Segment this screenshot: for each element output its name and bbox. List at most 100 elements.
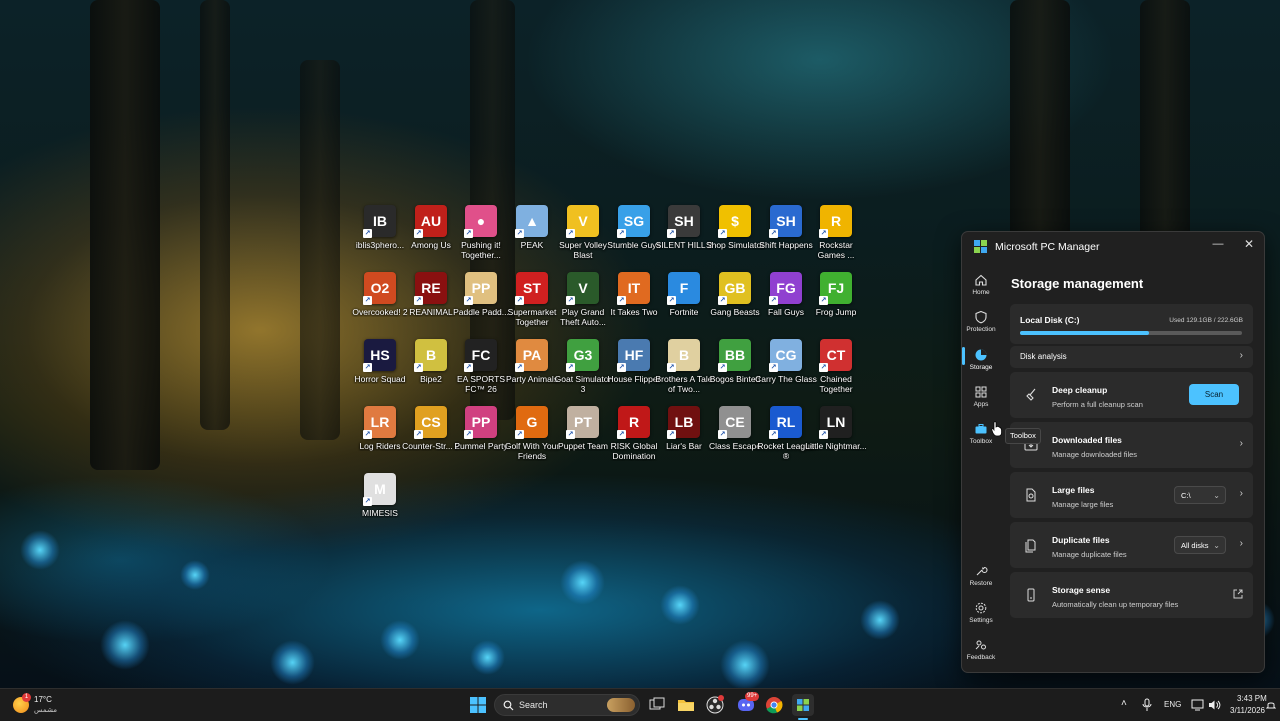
desktop-shortcut-label: Rockstar Games ... bbox=[817, 240, 855, 260]
search-highlight-image bbox=[607, 698, 635, 712]
obs-app-icon[interactable] bbox=[704, 694, 726, 716]
duplicate-files-dropdown-value: All disks bbox=[1181, 541, 1209, 550]
shortcut-arrow-icon: ↗ bbox=[617, 229, 626, 238]
duplicate-file-icon bbox=[1025, 539, 1036, 553]
app-icon: CT ↗ bbox=[819, 339, 852, 372]
nav-restore[interactable]: Restore bbox=[964, 564, 998, 587]
app-icon: PP ↗ bbox=[464, 406, 497, 439]
volume-icon[interactable] bbox=[1208, 699, 1221, 711]
scan-button[interactable]: Scan bbox=[1189, 384, 1239, 405]
app-icon: G3 ↗ bbox=[566, 339, 599, 372]
app-icon: IT ↗ bbox=[617, 272, 650, 305]
nav-storage[interactable]: Storage bbox=[964, 348, 998, 371]
shortcut-arrow-icon: ↗ bbox=[464, 363, 473, 372]
taskbar: 1 17°C مشمس Search 99+ ˄ ENG 3:43 PM 3/1… bbox=[0, 688, 1280, 721]
app-icon: PP ↗ bbox=[464, 272, 497, 305]
language-indicator[interactable]: ENG bbox=[1164, 700, 1181, 709]
file-explorer-icon[interactable] bbox=[675, 694, 697, 716]
chevron-down-icon: ⌄ bbox=[1213, 541, 1220, 550]
downloaded-files-card[interactable]: Downloaded files Manage downloaded files… bbox=[1010, 422, 1253, 468]
chevron-down-icon: ⌄ bbox=[1213, 491, 1220, 500]
app-icon: GB ↗ bbox=[718, 272, 751, 305]
minimize-button[interactable]: — bbox=[1211, 238, 1225, 252]
nav-protection[interactable]: Protection bbox=[964, 310, 998, 333]
shortcut-arrow-icon: ↗ bbox=[414, 430, 423, 439]
app-icon: HS ↗ bbox=[363, 339, 396, 372]
nav-settings[interactable]: Settings bbox=[964, 601, 998, 624]
large-files-subtitle: Manage large files bbox=[1052, 500, 1114, 509]
microphone-icon[interactable] bbox=[1141, 698, 1153, 712]
large-files-disk-dropdown[interactable]: C:\ ⌄ bbox=[1174, 486, 1226, 504]
weather-description: مشمس bbox=[34, 707, 57, 714]
nav-toolbox-label: Toolbox bbox=[969, 438, 993, 445]
pie-chart-icon bbox=[975, 349, 987, 361]
shortcut-arrow-icon: ↗ bbox=[667, 229, 676, 238]
desktop-shortcut-label: Frog Jump bbox=[815, 307, 857, 317]
chrome-icon[interactable] bbox=[763, 694, 785, 716]
desktop-shortcut[interactable]: M ↗ MIMESIS bbox=[349, 471, 411, 537]
pc-manager-taskbar-icon[interactable] bbox=[792, 694, 814, 716]
nav-apps[interactable]: Apps bbox=[964, 385, 998, 408]
shortcut-arrow-icon: ↗ bbox=[819, 296, 828, 305]
desktop-shortcut[interactable]: R ↗ Rockstar Games ... bbox=[805, 203, 867, 269]
desktop-shortcut[interactable]: CT ↗ Chained Together bbox=[805, 337, 867, 403]
shortcut-arrow-icon: ↗ bbox=[769, 229, 778, 238]
shortcut-arrow-icon: ↗ bbox=[718, 430, 727, 439]
shortcut-arrow-icon: ↗ bbox=[769, 430, 778, 439]
downloaded-files-subtitle: Manage downloaded files bbox=[1052, 450, 1138, 459]
page-title: Storage management bbox=[1011, 276, 1144, 291]
app-icon: SH ↗ bbox=[769, 205, 802, 238]
large-file-search-icon bbox=[1026, 488, 1036, 502]
nav-feedback[interactable]: Feedback bbox=[964, 638, 998, 661]
app-icon: R ↗ bbox=[617, 406, 650, 439]
toolbox-tooltip: Toolbox bbox=[1005, 428, 1041, 444]
app-icon: RL ↗ bbox=[769, 406, 802, 439]
storage-sense-card[interactable]: Storage sense Automatically clean up tem… bbox=[1010, 572, 1253, 618]
shortcut-arrow-icon: ↗ bbox=[414, 296, 423, 305]
weather-temperature[interactable]: 17°C bbox=[34, 695, 52, 704]
task-view-icon[interactable] bbox=[646, 694, 668, 716]
nav-feedback-label: Feedback bbox=[966, 654, 996, 661]
chevron-right-icon: › bbox=[1239, 538, 1243, 549]
app-icon: CG ↗ bbox=[769, 339, 802, 372]
shortcut-arrow-icon: ↗ bbox=[819, 430, 828, 439]
app-icon: B ↗ bbox=[414, 339, 447, 372]
desktop-shortcut[interactable]: LN ↗ Little Nightmar... bbox=[805, 404, 867, 470]
nav-home[interactable]: Home bbox=[964, 273, 998, 296]
search-icon bbox=[503, 700, 514, 711]
shortcut-arrow-icon: ↗ bbox=[769, 296, 778, 305]
app-icon: B ↗ bbox=[667, 339, 700, 372]
shortcut-arrow-icon: ↗ bbox=[414, 363, 423, 372]
shortcut-arrow-icon: ↗ bbox=[718, 363, 727, 372]
deep-cleanup-title: Deep cleanup bbox=[1052, 385, 1108, 395]
large-files-card[interactable]: Large files Manage large files C:\ ⌄ › bbox=[1010, 472, 1253, 518]
downloaded-files-title: Downloaded files bbox=[1052, 435, 1122, 445]
shortcut-arrow-icon: ↗ bbox=[464, 296, 473, 305]
app-icon: PA ↗ bbox=[515, 339, 548, 372]
local-disk-card: Local Disk (C:) Used 129.1GB / 222.6GB bbox=[1010, 304, 1253, 344]
app-icon: V ↗ bbox=[566, 205, 599, 238]
disk-analysis-row[interactable]: Disk analysis › bbox=[1010, 346, 1253, 368]
notification-bell-icon[interactable] bbox=[1266, 700, 1276, 710]
close-button[interactable]: ✕ bbox=[1242, 237, 1256, 251]
shortcut-arrow-icon: ↗ bbox=[617, 296, 626, 305]
duplicate-files-card[interactable]: Duplicate files Manage duplicate files A… bbox=[1010, 522, 1253, 568]
clock-date[interactable]: 3/11/2026 bbox=[1230, 706, 1265, 715]
clock-time[interactable]: 3:43 PM bbox=[1237, 694, 1267, 703]
network-icon[interactable] bbox=[1191, 699, 1204, 711]
app-icon: FJ ↗ bbox=[819, 272, 852, 305]
shortcut-arrow-icon: ↗ bbox=[515, 296, 524, 305]
storage-sense-title: Storage sense bbox=[1052, 585, 1111, 595]
duplicate-files-disk-dropdown[interactable]: All disks ⌄ bbox=[1174, 536, 1226, 554]
open-external-icon bbox=[1233, 589, 1243, 599]
show-hidden-icons-chevron-icon[interactable]: ˄ bbox=[1121, 698, 1127, 709]
desktop-shortcut[interactable]: FJ ↗ Frog Jump bbox=[805, 270, 867, 336]
desktop-shortcut-label: Little Nightmar... bbox=[805, 441, 867, 451]
desktop-shortcut-label: MIMESIS bbox=[362, 508, 398, 518]
app-icon: V ↗ bbox=[566, 272, 599, 305]
taskbar-search-box[interactable]: Search bbox=[494, 694, 640, 716]
start-button[interactable] bbox=[467, 694, 489, 716]
shortcut-arrow-icon: ↗ bbox=[566, 430, 575, 439]
toolbox-icon bbox=[975, 424, 987, 434]
shortcut-arrow-icon: ↗ bbox=[363, 430, 372, 439]
